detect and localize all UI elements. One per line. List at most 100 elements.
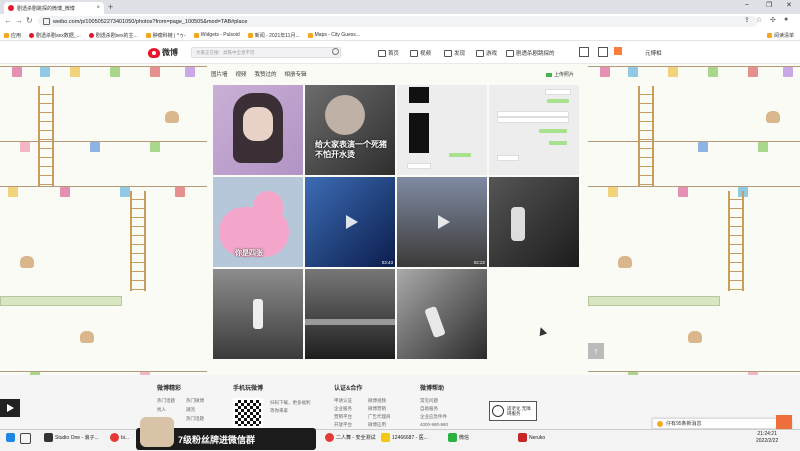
compose-icon[interactable] bbox=[614, 47, 622, 55]
tab-video[interactable]: 视频 bbox=[236, 70, 247, 78]
profile-avatar-icon[interactable]: ● bbox=[784, 16, 788, 23]
reading-list[interactable]: 阅读清单 bbox=[766, 32, 794, 39]
footer-link[interactable]: 申请认证 bbox=[334, 398, 352, 404]
search-input[interactable]: 大家正在搜：高铁中全息不可 bbox=[191, 47, 341, 58]
taskbar-app-chrome-2[interactable]: 二人舞 - 安全测试 bbox=[325, 433, 375, 442]
bookmark-star-icon[interactable]: ☆ bbox=[756, 16, 762, 24]
close-tab-icon[interactable]: × bbox=[96, 5, 100, 11]
footer-link[interactable]: 4000-980-980 bbox=[420, 422, 448, 427]
footer-link[interactable]: 微博应用 bbox=[368, 422, 386, 428]
close-window-button[interactable]: ✕ bbox=[786, 1, 792, 9]
bookmark-item[interactable]: 剧透杀剧sex数据_... bbox=[29, 32, 81, 39]
url-field[interactable]: weibo.com/p/1005052273401050/photos?from… bbox=[38, 16, 758, 27]
footer-text: 等你来拿 bbox=[270, 408, 288, 413]
task-view-button[interactable] bbox=[20, 433, 31, 444]
nav-game[interactable]: 游戏 bbox=[476, 49, 497, 57]
new-tab-button[interactable]: + bbox=[108, 3, 113, 12]
settings-gear-icon[interactable] bbox=[598, 47, 608, 57]
upload-icon bbox=[546, 72, 552, 77]
weibo-logo[interactable]: 微博 bbox=[148, 47, 178, 58]
footer-link[interactable]: 热门话题 bbox=[157, 398, 175, 404]
footer-link[interactable]: 热门微博 bbox=[186, 398, 204, 404]
weibo-top-nav bbox=[0, 41, 800, 64]
studio-one-icon bbox=[44, 433, 53, 442]
back-button[interactable]: ← bbox=[4, 16, 12, 25]
share-icon[interactable]: ⇪ bbox=[744, 16, 750, 24]
nav-right-item[interactable]: 元博相 bbox=[645, 49, 662, 57]
nav-discover[interactable]: 发现 bbox=[444, 49, 465, 57]
taskbar-clock[interactable]: 21:24:21 2022/2/22 bbox=[756, 431, 778, 445]
tab-albums[interactable]: 相册专辑 bbox=[285, 70, 307, 78]
tab-liked[interactable]: 我赞过的 bbox=[255, 70, 277, 78]
footer-link[interactable]: 开放平台 bbox=[334, 422, 352, 428]
footer-link[interactable]: 微博营销 bbox=[368, 406, 386, 412]
photo-thumbnail[interactable] bbox=[213, 85, 303, 175]
extensions-icon[interactable]: ✣ bbox=[770, 16, 776, 24]
chrome-icon bbox=[110, 433, 119, 442]
nav-video[interactable]: 视频 bbox=[410, 49, 431, 57]
footer-link[interactable]: 自助服务 bbox=[420, 406, 438, 412]
footer-link[interactable]: 企业服务 bbox=[334, 406, 352, 412]
chat-screenshot-thumbnail[interactable] bbox=[397, 85, 487, 175]
reload-button[interactable]: ↻ bbox=[26, 16, 33, 25]
photo-thumbnail[interactable]: 给大家表演一个死猪不怕开水烫 bbox=[305, 85, 395, 175]
windows-logo-icon bbox=[6, 433, 15, 442]
taskbar-app-neruko[interactable]: Neruko bbox=[518, 433, 545, 442]
footer-link[interactable]: 常见问题 bbox=[420, 398, 438, 404]
footer-link[interactable]: 热门话题 bbox=[186, 416, 204, 422]
footer-link[interactable]: 微博视频 bbox=[368, 398, 386, 404]
bookmark-item[interactable]: 肿瘤科链 | ^ゥ- bbox=[145, 32, 186, 39]
photo-thumbnail[interactable] bbox=[305, 269, 395, 359]
clock-time: 21:24:21 bbox=[757, 431, 777, 437]
decorative-right-pattern bbox=[588, 41, 800, 429]
footer-link[interactable]: 广告代理商 bbox=[368, 414, 391, 420]
footer-link[interactable]: 企业应急件件 bbox=[420, 414, 447, 420]
search-icon[interactable] bbox=[332, 48, 339, 55]
bookmark-item[interactable]: Maps - City Guess... bbox=[307, 32, 360, 38]
bookmark-item[interactable]: 新闻 - 2021年11月... bbox=[247, 32, 300, 39]
photo-thumbnail[interactable] bbox=[213, 269, 303, 359]
start-button[interactable] bbox=[6, 433, 15, 442]
peppa-pig-meme-thumbnail[interactable]: 你是四张 bbox=[213, 177, 303, 267]
video-icon bbox=[410, 49, 418, 57]
taskbar-app-wechat[interactable]: 微信 bbox=[448, 433, 469, 442]
bookmark-apps[interactable]: 应用 bbox=[4, 32, 21, 39]
tab-photo-wall[interactable]: 图片墙 bbox=[211, 70, 228, 78]
weibo-eye-icon bbox=[148, 47, 160, 58]
news-icon bbox=[247, 32, 253, 38]
taskbar-app-chrome[interactable]: bi... bbox=[110, 433, 129, 442]
footer-link[interactable]: 营销平台 bbox=[334, 414, 352, 420]
lock-icon bbox=[43, 18, 50, 25]
video-thumbnail[interactable]: 02:22 bbox=[397, 177, 487, 267]
url-text: weibo.com/p/1005052273401050/photos?from… bbox=[53, 18, 248, 25]
footer-link[interactable]: 找人 bbox=[157, 407, 166, 413]
chat-screenshot-thumbnail[interactable] bbox=[489, 85, 579, 175]
private-message-bar[interactable]: 仔有95条新消息 bbox=[652, 418, 792, 429]
taskbar-app-studio-one[interactable]: Studio One - 浪子... bbox=[44, 433, 99, 442]
message-bubble-icon bbox=[657, 420, 663, 427]
bookmark-item[interactable]: 剧透杀剧sex的主... bbox=[88, 32, 138, 39]
upload-photo-button[interactable]: 上传照片 bbox=[546, 71, 574, 78]
chrome-icon bbox=[325, 433, 334, 442]
message-icon[interactable] bbox=[579, 47, 589, 57]
maximize-window-button[interactable]: ❐ bbox=[766, 1, 772, 9]
video-thumbnail[interactable]: 03:43 bbox=[305, 177, 395, 267]
forward-button[interactable]: → bbox=[15, 16, 23, 25]
minimize-window-button[interactable]: – bbox=[745, 1, 749, 8]
footer-link[interactable]: 潮流 bbox=[186, 407, 195, 413]
photo-thumbnail[interactable] bbox=[489, 177, 579, 267]
photo-thumbnail[interactable] bbox=[397, 269, 487, 359]
scroll-to-top-button[interactable]: ↑ bbox=[588, 343, 604, 359]
nav-home[interactable]: 首页 bbox=[378, 49, 399, 57]
accessibility-service-button[interactable]: 适老化 无障碍服务 bbox=[489, 401, 537, 421]
heart-icon bbox=[193, 32, 199, 38]
decorative-left-pattern bbox=[0, 41, 207, 429]
taskbar-app-vscode[interactable]: 12466687 - 医... bbox=[381, 433, 428, 442]
bookmark-item[interactable]: Widgets - Pulsoid bbox=[193, 32, 240, 38]
nav-profile[interactable]: 剧透杀剧跳探的 bbox=[506, 49, 555, 57]
game-icon bbox=[476, 49, 484, 57]
floating-video-play-button[interactable] bbox=[0, 399, 20, 417]
chat-icon[interactable] bbox=[776, 415, 792, 429]
stream-overlay-banner: 7级粉丝牌进微信群 bbox=[136, 417, 316, 450]
browser-tab-active[interactable]: 剧透杀剧跳探的微博_微博 × bbox=[4, 2, 104, 14]
